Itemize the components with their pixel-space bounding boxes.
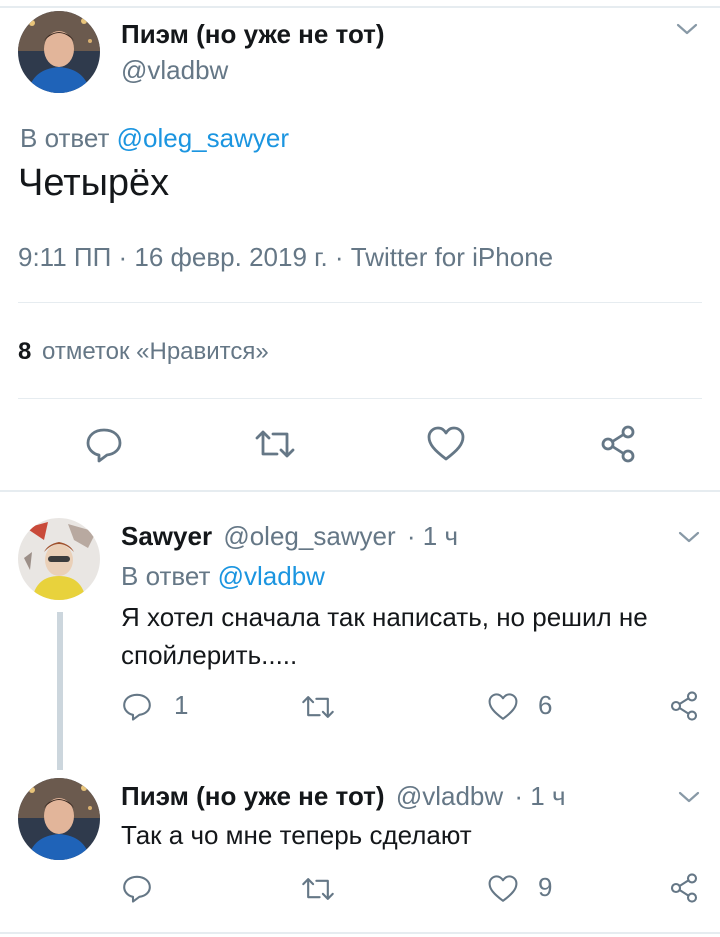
tweet-time: · 1 ч	[514, 781, 566, 811]
tweet-text-line: Я хотел сначала так написать, но решил н…	[121, 602, 648, 632]
divider	[0, 490, 720, 492]
tweet-text-line: спойлерить.....	[121, 640, 298, 670]
reply-icon	[123, 693, 151, 721]
avatar-image	[18, 518, 100, 600]
reply-header: Пиэм (но уже не тот) @vladbw · 1 ч	[121, 781, 566, 812]
divider	[18, 398, 702, 399]
reply-context: В ответ @vladbw	[121, 561, 325, 592]
author-name[interactable]: Пиэм (но уже не тот)	[121, 19, 385, 50]
reply-button[interactable]	[121, 872, 153, 904]
reply-icon	[86, 428, 122, 463]
likes-label: отметок «Нравится»	[42, 338, 269, 365]
retweet-button[interactable]	[253, 426, 297, 462]
reply-prefix: В ответ	[121, 561, 211, 591]
heart-icon	[427, 426, 465, 461]
like-count: 6	[538, 690, 553, 720]
retweet-icon	[255, 430, 295, 458]
thread-line	[57, 612, 63, 770]
avatar-oleg-sawyer[interactable]	[18, 518, 100, 600]
tweet-meta: 9:11 ПП · 16 февр. 2019 г. · Twitter for…	[18, 242, 554, 272]
likes-count: 8	[18, 338, 32, 365]
author-name[interactable]: Пиэм (но уже не тот)	[121, 781, 385, 811]
tweet-text: Четырёх	[18, 162, 170, 204]
author-handle[interactable]: @vladbw	[396, 781, 503, 811]
reply-context: В ответ @oleg_sawyer	[20, 123, 289, 154]
tweet-menu-button[interactable]	[678, 790, 700, 804]
reply-header: Sawyer @oleg_sawyer · 1 ч	[121, 521, 458, 552]
heart-icon	[488, 693, 518, 720]
heart-icon	[488, 875, 518, 902]
retweet-icon	[302, 878, 334, 900]
share-icon	[670, 691, 698, 721]
share-icon	[670, 873, 698, 903]
top-divider	[0, 0, 720, 8]
avatar-vladbw[interactable]	[18, 11, 100, 93]
avatar-image	[18, 778, 100, 860]
reply-to-link[interactable]: @vladbw	[218, 561, 325, 591]
chevron-down-icon	[676, 23, 698, 35]
tweet-menu-button[interactable]	[678, 530, 700, 544]
tweet-menu-button[interactable]	[676, 22, 698, 36]
chevron-down-icon	[678, 531, 700, 543]
like-button[interactable]	[487, 874, 519, 904]
author-handle[interactable]: @vladbw	[121, 55, 228, 86]
reply-button[interactable]	[121, 690, 153, 722]
retweet-icon	[302, 696, 334, 718]
share-button[interactable]	[598, 424, 638, 464]
like-button[interactable]	[426, 425, 466, 463]
retweet-button[interactable]	[300, 874, 336, 904]
reply-count: 1	[174, 690, 189, 720]
retweet-button[interactable]	[300, 692, 336, 722]
reply-to-link[interactable]: @oleg_sawyer	[117, 123, 289, 153]
share-button[interactable]	[668, 872, 700, 904]
divider	[18, 302, 702, 303]
reply-prefix: В ответ	[20, 123, 110, 153]
share-icon	[601, 425, 635, 463]
tweet-text: Я хотел сначала так написать, но решил н…	[121, 598, 648, 674]
avatar-image	[18, 11, 100, 93]
like-count: 9	[538, 872, 553, 902]
divider	[0, 932, 720, 934]
tweet-time: · 1 ч	[406, 521, 459, 551]
reply-button[interactable]	[84, 424, 124, 464]
avatar-vladbw[interactable]	[18, 778, 100, 860]
reply-icon	[123, 875, 151, 903]
author-name[interactable]: Sawyer	[121, 521, 212, 551]
chevron-down-icon	[678, 791, 700, 803]
author-handle[interactable]: @oleg_sawyer	[223, 521, 395, 551]
tweet-text: Так а чо мне теперь сделают	[121, 820, 472, 850]
like-button[interactable]	[487, 692, 519, 722]
share-button[interactable]	[668, 690, 700, 722]
likes-summary[interactable]: 8 отметок «Нравится»	[18, 338, 269, 366]
